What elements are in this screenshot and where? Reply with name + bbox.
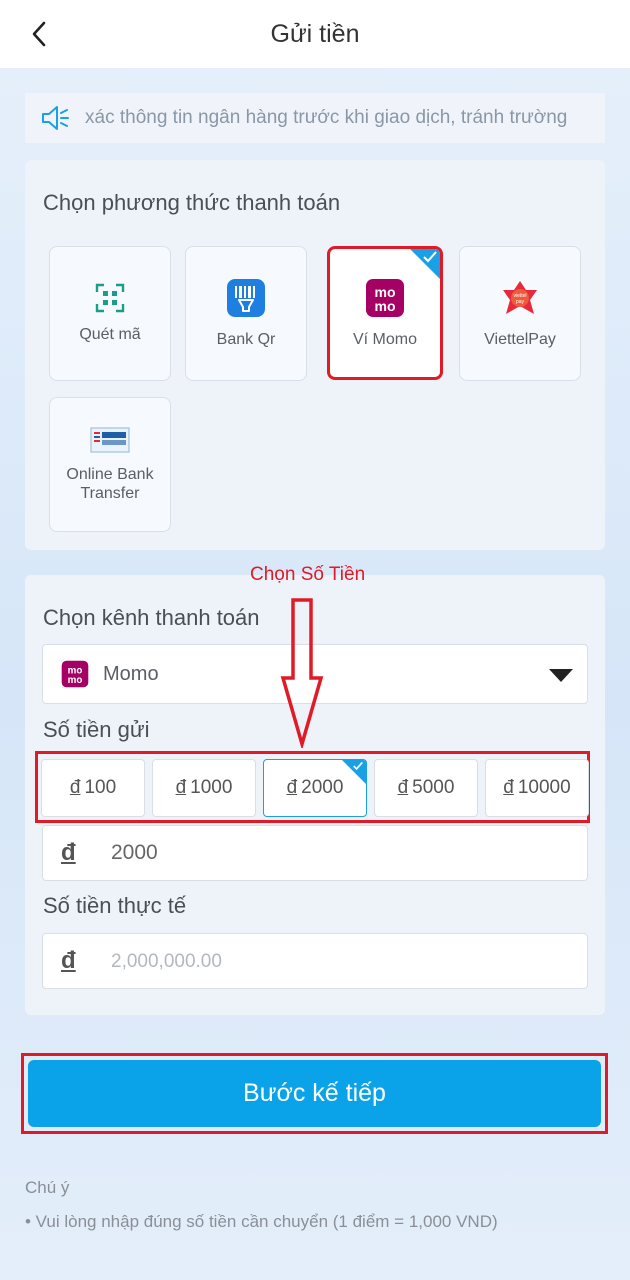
amount-option-value: 5000 (412, 777, 455, 798)
annotation-label: Chọn Số Tiền (250, 564, 366, 585)
currency-symbol: đ (61, 839, 76, 866)
amount-option-2000[interactable]: đ 2000 (263, 759, 367, 817)
method-bank-qr[interactable]: Bank Qr (185, 246, 307, 381)
payment-method-card: Chọn phương thức thanh toán Quét mã Bank… (25, 160, 605, 550)
method-label: Ví Momo (352, 330, 417, 348)
amount-option-value: 2000 (301, 777, 344, 798)
payment-method-title: Chọn phương thức thanh toán (43, 190, 341, 215)
svg-text:pay: pay (516, 299, 525, 305)
method-online-bank-transfer[interactable]: Online Bank Transfer (49, 397, 171, 532)
back-button[interactable] (22, 17, 56, 51)
svg-text:mo: mo (68, 675, 83, 686)
amount-option-value: 1000 (190, 777, 233, 798)
payment-channel-value: Momo (103, 662, 159, 685)
viettelpay-logo-icon: viettel pay (503, 281, 537, 314)
next-button-highlight: Bước kế tiếp (21, 1053, 608, 1134)
momo-logo-icon: mo mo (366, 278, 404, 317)
top-bar: Gửi tiền (0, 0, 630, 68)
amount-option-5000[interactable]: đ 5000 (374, 759, 478, 817)
actual-amount-input[interactable] (111, 949, 551, 973)
currency-symbol: đ (61, 947, 76, 974)
method-label: Online Bank Transfer (66, 465, 154, 502)
method-label: ViettelPay (484, 331, 556, 348)
currency-symbol: đ (175, 777, 187, 798)
payment-channel-title: Chọn kênh thanh toán (43, 605, 260, 630)
amount-option-100[interactable]: đ 100 (41, 759, 145, 817)
method-momo-wallet[interactable]: mo mo Ví Momo (327, 246, 443, 380)
method-viettelpay[interactable]: viettel pay ViettelPay (459, 246, 581, 381)
arrow-down-icon (280, 598, 324, 748)
note-text: • Vui lòng nhập đúng số tiền cần chuyển … (25, 1212, 498, 1231)
bank-transfer-logo-icon (90, 427, 130, 452)
currency-symbol: đ (503, 777, 514, 798)
actual-amount-title: Số tiền thực tế (43, 893, 187, 918)
currency-symbol: đ (397, 777, 409, 798)
check-icon (423, 251, 437, 263)
chevron-left-icon (32, 21, 46, 47)
bank-qr-icon (227, 279, 265, 317)
currency-symbol: đ (286, 777, 298, 798)
next-step-button[interactable]: Bước kế tiếp (28, 1060, 601, 1127)
actual-amount-field[interactable]: đ (42, 933, 588, 989)
qr-scan-icon (95, 283, 125, 313)
amount-option-value: 100 (84, 777, 117, 798)
amount-option-value: 10000 (517, 777, 571, 798)
note-title: Chú ý (25, 1178, 70, 1197)
notice-text: xác thông tin ngân hàng trước khi giao d… (85, 107, 568, 128)
caret-down-icon (549, 669, 573, 682)
method-qr-scan[interactable]: Quét mã (49, 246, 171, 381)
check-icon (353, 761, 363, 771)
method-label: Quét mã (79, 326, 141, 343)
currency-symbol: đ (69, 777, 81, 798)
momo-logo-icon: mo mo (61, 660, 89, 688)
amount-options: đ 100 đ 1000 đ 2000 đ 5000 đ 10000 (35, 751, 590, 823)
amount-title: Số tiền gửi (43, 717, 150, 742)
speaker-icon (25, 104, 85, 132)
amount-option-10000[interactable]: đ 10000 (485, 759, 589, 817)
svg-text:mo: mo (375, 298, 396, 314)
amount-input[interactable] (111, 841, 551, 865)
method-label: Bank Qr (216, 331, 276, 348)
amount-input-field[interactable]: đ (42, 825, 588, 881)
notice-bar: xác thông tin ngân hàng trước khi giao d… (25, 93, 605, 143)
amount-option-1000[interactable]: đ 1000 (152, 759, 256, 817)
page-title: Gửi tiền (270, 19, 360, 48)
